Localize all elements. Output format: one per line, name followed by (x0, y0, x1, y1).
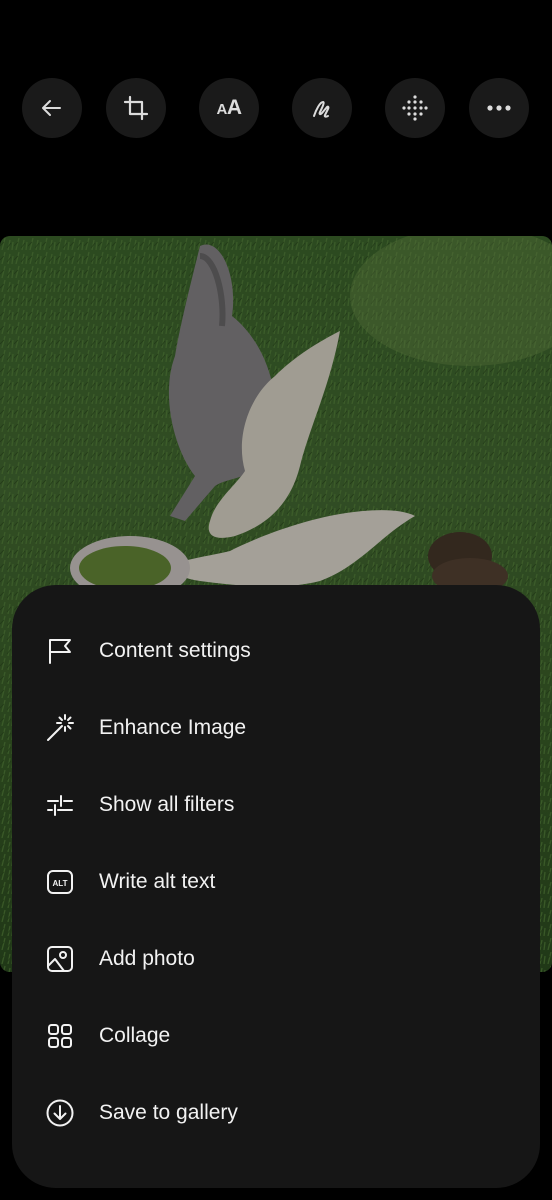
download-circle-icon (44, 1097, 76, 1129)
menu-item-save-to-gallery[interactable]: Save to gallery (12, 1083, 540, 1143)
menu-item-content-settings[interactable]: Content settings (12, 621, 540, 681)
menu-item-label: Show all filters (99, 793, 235, 816)
crop-button[interactable] (106, 78, 166, 138)
alt-badge-icon: ALT (44, 866, 76, 898)
menu-item-label: Collage (99, 1024, 171, 1047)
magic-wand-icon (44, 712, 76, 744)
options-sheet: Content settings Enhance Image Show all … (12, 585, 540, 1188)
menu-item-label: Content settings (99, 639, 251, 662)
more-dots-icon (487, 105, 511, 111)
more-button[interactable] (469, 78, 529, 138)
menu-item-enhance-image[interactable]: Enhance Image (12, 698, 540, 758)
grid-icon (44, 1020, 76, 1052)
menu-item-label: Save to gallery (99, 1101, 238, 1124)
sliders-icon (44, 789, 76, 821)
menu-item-label: Enhance Image (99, 716, 247, 739)
text-size-icon: AA (216, 96, 242, 119)
menu-item-collage[interactable]: Collage (12, 1006, 540, 1066)
menu-item-show-all-filters[interactable]: Show all filters (12, 775, 540, 835)
arrow-left-icon (42, 100, 61, 116)
add-image-icon (44, 943, 76, 975)
menu-item-write-alt-text[interactable]: ALT Write alt text (12, 852, 540, 912)
svg-text:ALT: ALT (53, 879, 68, 888)
scribble-icon (313, 101, 330, 118)
back-button[interactable] (22, 78, 82, 138)
draw-button[interactable] (292, 78, 352, 138)
menu-item-add-photo[interactable]: Add photo (12, 929, 540, 989)
filters-button[interactable] (385, 78, 445, 138)
flag-icon (44, 635, 76, 667)
dot-grid-icon (402, 95, 428, 121)
text-button[interactable]: AA (199, 78, 259, 138)
menu-item-label: Write alt text (99, 870, 216, 893)
editor-toolbar: AA (0, 78, 552, 138)
menu-item-label: Add photo (99, 947, 195, 970)
crop-icon (123, 95, 149, 121)
